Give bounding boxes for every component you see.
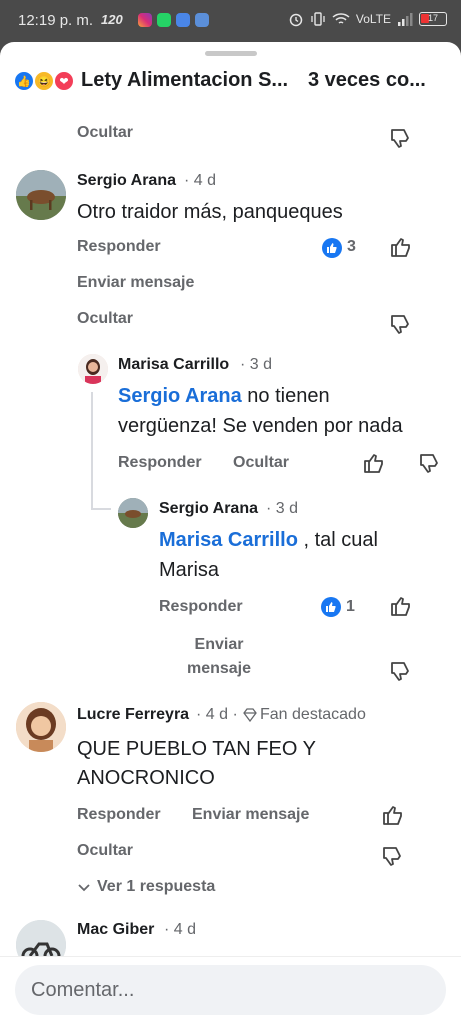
thumbs-down-icon[interactable] xyxy=(389,312,413,336)
comment-input[interactable] xyxy=(15,965,446,1015)
avatar[interactable] xyxy=(118,498,148,528)
network-speed: 120 xyxy=(101,12,123,27)
comment-time: · 4 d xyxy=(164,921,197,938)
thread-connector xyxy=(91,508,111,510)
avatar[interactable] xyxy=(16,170,66,220)
comment-author[interactable]: Lucre Ferreyra xyxy=(77,706,189,724)
comment-text-line: vergüenza! Se venden por nada xyxy=(118,415,403,437)
avatar[interactable] xyxy=(16,702,66,752)
comment-text: Sergio Arana no tienen xyxy=(118,385,330,407)
like-icon xyxy=(321,597,341,617)
comment-time: · 4 d xyxy=(184,172,217,189)
reply-button[interactable]: Responder xyxy=(159,598,243,616)
comment-composer xyxy=(0,956,461,1024)
thumbs-down-icon[interactable] xyxy=(381,844,405,868)
wifi-icon xyxy=(332,13,350,24)
comment-author[interactable]: Mac Giber xyxy=(77,921,154,939)
hide-button[interactable]: Ocultar xyxy=(77,842,133,860)
thumbs-up-icon[interactable] xyxy=(362,451,386,475)
view-replies-button[interactable]: Ver 1 respuesta xyxy=(77,878,215,896)
comment-author[interactable]: Sergio Arana xyxy=(77,172,176,190)
alarm-icon xyxy=(289,13,303,27)
comments-sheet: 👍 😆 ❤ Lety Alimentacion S... 3 veces co.… xyxy=(0,42,461,1024)
reply-button[interactable]: Responder xyxy=(77,238,161,256)
fan-badge: Fan destacado xyxy=(260,706,366,723)
status-time: 12:19 p. m. xyxy=(18,12,94,29)
thumbs-down-icon[interactable] xyxy=(389,659,413,683)
thumbs-down-icon[interactable] xyxy=(389,126,413,150)
thumbs-up-icon[interactable] xyxy=(389,594,413,618)
thumbs-down-icon[interactable] xyxy=(418,451,442,475)
comment-text-line: ANOCRONICO xyxy=(77,767,215,789)
comment-time: · 4 d · xyxy=(196,706,238,723)
like-icon: 👍 xyxy=(13,70,35,92)
hide-button[interactable]: Ocultar xyxy=(77,124,133,142)
comment-author[interactable]: Sergio Arana xyxy=(159,500,258,518)
status-bar: 12:19 p. m. 120 VoLTE 17 xyxy=(0,0,461,42)
vibrate-icon xyxy=(311,12,325,26)
comment-text-line: Marisa xyxy=(159,559,220,581)
hide-button[interactable]: Ocultar xyxy=(77,310,133,328)
comment-text: Marisa Carrillo , tal cual xyxy=(159,529,378,551)
network-type: VoLTE xyxy=(355,12,391,26)
hide-button[interactable]: Ocultar xyxy=(233,454,289,472)
haha-icon: 😆 xyxy=(33,70,55,92)
reaction-summary[interactable]: 👍 😆 ❤ xyxy=(13,70,77,92)
instagram-icon xyxy=(138,13,152,27)
comment-text: QUE PUEBLO TAN FEO Y xyxy=(77,738,316,760)
send-message-button[interactable]: Enviar mensaje xyxy=(185,633,253,681)
comment-text: Otro traidor más, panqueques xyxy=(77,201,343,223)
love-icon: ❤ xyxy=(53,70,75,92)
like-icon xyxy=(322,238,342,258)
thumbs-up-icon[interactable] xyxy=(381,803,405,827)
reply-button[interactable]: Responder xyxy=(118,454,202,472)
like-count[interactable]: 1 xyxy=(346,598,355,616)
reply-button[interactable]: Responder xyxy=(77,806,161,824)
comment-time: · 3 d xyxy=(240,356,273,373)
send-message-button[interactable]: Enviar mensaje xyxy=(77,274,194,292)
chevron-down-icon xyxy=(78,884,90,892)
comment-time: · 3 d xyxy=(266,500,299,517)
mail-icon xyxy=(176,13,190,27)
thumbs-up-icon[interactable] xyxy=(389,235,413,259)
mention-link[interactable]: Marisa Carrillo xyxy=(159,529,298,551)
signal-icon xyxy=(398,13,413,26)
send-message-button[interactable]: Enviar mensaje xyxy=(192,806,309,824)
battery-icon: 17 xyxy=(419,12,447,26)
like-count[interactable]: 3 xyxy=(347,238,356,256)
comment-author[interactable]: Marisa Carrillo xyxy=(118,356,229,374)
avatar[interactable] xyxy=(78,354,108,384)
mention-link[interactable]: Sergio Arana xyxy=(118,385,242,407)
diamond-icon xyxy=(243,708,257,722)
thread-line xyxy=(91,392,93,510)
vpn-icon xyxy=(195,13,209,27)
whatsapp-icon xyxy=(157,13,171,27)
